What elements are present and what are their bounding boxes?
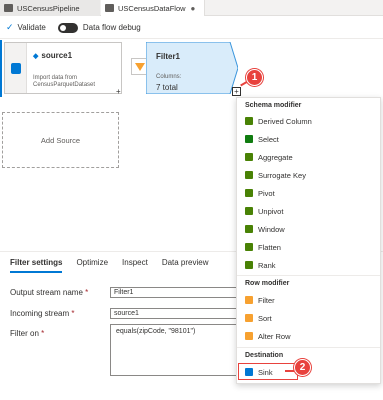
- filter-node-total: 7 total: [156, 83, 178, 92]
- incoming-stream-select[interactable]: source1: [110, 308, 240, 319]
- menu-section-header: Schema modifier: [245, 102, 302, 109]
- filter-icon: [245, 296, 253, 304]
- rank-icon: [245, 261, 253, 269]
- tab-bar: USCensusPipeline USCensusDataFlow ●: [0, 0, 383, 16]
- callout-badge-2: 2: [294, 359, 311, 376]
- menu-item-derived-column[interactable]: Derived Column: [245, 115, 312, 127]
- menu-item-surrogate-key[interactable]: Surrogate Key: [245, 169, 306, 181]
- unsaved-dot-icon: ●: [190, 3, 196, 13]
- tab-data-preview[interactable]: Data preview: [162, 258, 209, 273]
- filter-on-label: Filter on *: [10, 329, 45, 338]
- menu-item-filter[interactable]: Filter: [245, 294, 275, 306]
- menu-item-pivot[interactable]: Pivot: [245, 187, 275, 199]
- add-transform-plus-button[interactable]: +: [232, 87, 241, 96]
- transform-menu: Schema modifier Derived Column Select Ag…: [236, 97, 381, 384]
- add-transform-plus-icon[interactable]: +: [116, 87, 121, 96]
- output-stream-label: Output stream name *: [10, 288, 89, 297]
- flatten-icon: [245, 243, 253, 251]
- menu-item-aggregate[interactable]: Aggregate: [245, 151, 293, 163]
- tab-inspect[interactable]: Inspect: [122, 258, 148, 273]
- menu-item-window[interactable]: Window: [245, 223, 285, 235]
- settings-tabs: Filter settings Optimize Inspect Data pr…: [10, 258, 223, 273]
- pivot-icon: [245, 189, 253, 197]
- sort-icon: [245, 314, 253, 322]
- unpivot-icon: [245, 207, 253, 215]
- alter-row-icon: [245, 332, 253, 340]
- menu-item-alter-row[interactable]: Alter Row: [245, 330, 291, 342]
- selection-indicator: [0, 40, 2, 97]
- tab-filter-settings[interactable]: Filter settings: [10, 258, 63, 273]
- menu-item-sort[interactable]: Sort: [245, 312, 272, 324]
- output-stream-input[interactable]: Filter1: [110, 287, 240, 298]
- menu-divider: [237, 275, 380, 276]
- tab-label: USCensusDataFlow: [118, 3, 186, 13]
- menu-divider: [237, 347, 380, 348]
- menu-section-header: Row modifier: [245, 280, 290, 287]
- menu-item-select[interactable]: Select: [245, 133, 279, 145]
- add-source-button[interactable]: Add Source: [2, 112, 119, 168]
- pipeline-icon: [4, 4, 13, 12]
- source-node-title: source1: [33, 51, 72, 60]
- tab-uscensus-dataflow[interactable]: USCensusDataFlow ●: [101, 0, 205, 16]
- incoming-stream-label: Incoming stream *: [10, 309, 75, 318]
- validate-button[interactable]: Validate: [18, 23, 46, 32]
- dataflow-icon: [105, 4, 114, 12]
- menu-section-header: Destination: [245, 352, 284, 359]
- derived-column-icon: [245, 117, 253, 125]
- tab-uscensus-pipeline[interactable]: USCensusPipeline: [0, 0, 100, 16]
- window-icon: [245, 225, 253, 233]
- source-node-bar: [5, 43, 27, 93]
- filter-node[interactable]: Filter1 Columns: 7 total: [146, 42, 238, 94]
- key-icon: [245, 171, 253, 179]
- tab-label: USCensusPipeline: [17, 3, 80, 13]
- source-node[interactable]: source1 Import data from CensusParquetDa…: [4, 42, 122, 94]
- menu-item-flatten[interactable]: Flatten: [245, 241, 281, 253]
- tab-optimize[interactable]: Optimize: [76, 258, 108, 273]
- debug-label: Data flow debug: [82, 23, 141, 32]
- toolbar: ✓ Validate Data flow debug: [0, 17, 383, 39]
- callout-badge-1: 1: [246, 69, 263, 86]
- menu-item-rank[interactable]: Rank: [245, 259, 276, 271]
- select-icon: [245, 135, 253, 143]
- filter-node-title: Filter1: [156, 52, 181, 61]
- menu-item-unpivot[interactable]: Unpivot: [245, 205, 283, 217]
- source-node-desc: Import data from CensusParquetDataset: [33, 75, 96, 88]
- check-icon: ✓: [6, 22, 14, 32]
- debug-toggle[interactable]: [57, 22, 78, 33]
- database-icon: [11, 63, 21, 74]
- aggregate-icon: [245, 153, 253, 161]
- filter-node-columns-label: Columns:: [156, 74, 182, 80]
